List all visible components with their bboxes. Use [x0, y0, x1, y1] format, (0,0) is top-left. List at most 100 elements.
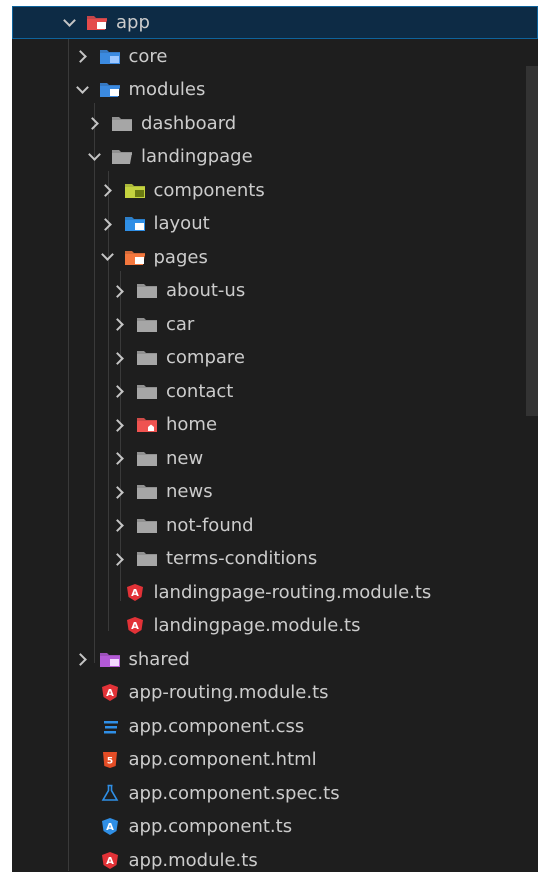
- tree-item-label: compare: [166, 347, 245, 368]
- tree-item-label: new: [166, 447, 204, 469]
- tree-item-label: app.module.ts: [128, 849, 258, 871]
- tree-item-app-module-ts[interactable]: Aapp.module.ts: [12, 844, 538, 873]
- folder-icon: [136, 349, 158, 367]
- tree-item-label: app.component.css: [128, 715, 305, 737]
- tree-item-label: app.component.ts: [128, 816, 293, 837]
- css-icon: [99, 717, 121, 735]
- tree-item-about-us[interactable]: about-us: [12, 274, 538, 307]
- tree-item-components[interactable]: components: [12, 174, 538, 207]
- components-folder-icon: [124, 181, 146, 199]
- angular-icon: A: [124, 617, 146, 635]
- tree-item-layout[interactable]: layout: [12, 207, 538, 240]
- tree-item-label: car: [166, 313, 195, 335]
- file-explorer-tree: app core modules dashboard landingpage compon…: [12, 6, 538, 872]
- tree-item-label: shared: [128, 648, 190, 670]
- tree-item-app-component-ts[interactable]: Aapp.component.ts: [12, 810, 538, 843]
- svg-text:A: A: [106, 822, 114, 833]
- pages-folder-icon: [124, 248, 146, 266]
- folder-icon: [136, 449, 158, 467]
- tree-item-label: landingpage: [141, 146, 253, 167]
- tree-item-core[interactable]: core: [12, 40, 538, 73]
- chevron-right-icon[interactable]: [87, 116, 101, 130]
- test-flask-icon: [99, 784, 121, 802]
- svg-text:A: A: [131, 588, 139, 599]
- tree-item-label: home: [166, 414, 218, 435]
- tree-item-app-component-css[interactable]: app.component.css: [12, 710, 538, 743]
- tree-item-terms-conditions[interactable]: terms-conditions: [12, 542, 538, 575]
- tree-item-label: app: [116, 12, 150, 33]
- chevron-right-icon[interactable]: [112, 351, 126, 365]
- tree-item-app[interactable]: app: [12, 6, 538, 39]
- tree-item-compare[interactable]: compare: [12, 341, 538, 374]
- tree-item-shared[interactable]: shared: [12, 643, 538, 676]
- folder-icon: [136, 483, 158, 501]
- angular-component-icon: A: [99, 818, 121, 836]
- chevron-down-icon[interactable]: [100, 250, 114, 264]
- shared-folder-icon: [99, 650, 121, 668]
- chevron-right-icon[interactable]: [100, 183, 114, 197]
- svg-text:A: A: [106, 856, 114, 867]
- chevron-right-icon[interactable]: [75, 652, 89, 666]
- angular-icon: A: [99, 851, 121, 869]
- tree-item-label: contact: [166, 380, 234, 402]
- tree-item-label: landingpage-routing.module.ts: [153, 581, 432, 603]
- tree-item-landingpage[interactable]: landingpage: [12, 140, 538, 173]
- tree-item-contact[interactable]: contact: [12, 375, 538, 408]
- chevron-right-icon[interactable]: [75, 49, 89, 63]
- tree-item-label: terms-conditions: [166, 548, 318, 569]
- svg-text:A: A: [106, 688, 114, 699]
- tree-item-pages[interactable]: pages: [12, 241, 538, 274]
- home-folder-icon: [136, 416, 158, 434]
- tree-item-dashboard[interactable]: dashboard: [12, 107, 538, 140]
- modules-folder-icon: [99, 81, 121, 99]
- tree-item-landingpage-module-ts[interactable]: Alandingpage.module.ts: [12, 609, 538, 642]
- tree-item-label: modules: [128, 79, 206, 100]
- tree-item-news[interactable]: news: [12, 475, 538, 508]
- tree-item-car[interactable]: car: [12, 308, 538, 341]
- folder-icon: [111, 114, 133, 132]
- tree-item-home[interactable]: home: [12, 408, 538, 441]
- tree-item-new[interactable]: new: [12, 442, 538, 475]
- svg-text:5: 5: [106, 756, 112, 766]
- chevron-right-icon[interactable]: [112, 317, 126, 331]
- folder-open-icon: [111, 148, 133, 166]
- angular-icon: A: [124, 583, 146, 601]
- tree-item-app-routing-module-ts[interactable]: Aapp-routing.module.ts: [12, 676, 538, 709]
- chevron-right-icon[interactable]: [112, 284, 126, 298]
- chevron-right-icon[interactable]: [112, 485, 126, 499]
- core-folder-icon: [99, 47, 121, 65]
- tree-item-app-component-spec-ts[interactable]: app.component.spec.ts: [12, 777, 538, 810]
- chevron-right-icon[interactable]: [112, 518, 126, 532]
- svg-text:A: A: [131, 621, 139, 632]
- folder-icon: [136, 382, 158, 400]
- chevron-right-icon[interactable]: [100, 217, 114, 231]
- chevron-down-icon[interactable]: [62, 16, 76, 30]
- tree-item-label: news: [166, 481, 213, 502]
- tree-item-modules[interactable]: modules: [12, 73, 538, 106]
- app-folder-icon: [86, 14, 108, 32]
- folder-icon: [136, 282, 158, 300]
- chevron-down-icon[interactable]: [87, 150, 101, 164]
- tree-item-landingpage-routing-module-ts[interactable]: Alandingpage-routing.module.ts: [12, 576, 538, 609]
- angular-icon: A: [99, 684, 121, 702]
- chevron-right-icon[interactable]: [112, 552, 126, 566]
- tree-item-label: app-routing.module.ts: [128, 682, 329, 703]
- tree-item-label: pages: [153, 246, 208, 268]
- tree-item-label: layout: [153, 213, 210, 234]
- tree-item-label: app.component.spec.ts: [128, 782, 340, 804]
- html-icon: 5: [99, 751, 121, 769]
- chevron-down-icon[interactable]: [75, 83, 89, 97]
- tree-item-label: core: [128, 45, 168, 67]
- folder-icon: [136, 550, 158, 568]
- chevron-right-icon[interactable]: [112, 451, 126, 465]
- tree-item-label: dashboard: [141, 112, 237, 134]
- tree-item-label: about-us: [166, 280, 246, 301]
- tree-item-app-component-html[interactable]: 5 app.component.html: [12, 743, 538, 776]
- chevron-right-icon[interactable]: [112, 384, 126, 398]
- folder-icon: [136, 516, 158, 534]
- folder-icon: [136, 315, 158, 333]
- tree-item-not-found[interactable]: not-found: [12, 509, 538, 542]
- chevron-right-icon[interactable]: [112, 418, 126, 432]
- tree-item-label: components: [153, 179, 265, 201]
- tree-item-label: landingpage.module.ts: [153, 615, 361, 636]
